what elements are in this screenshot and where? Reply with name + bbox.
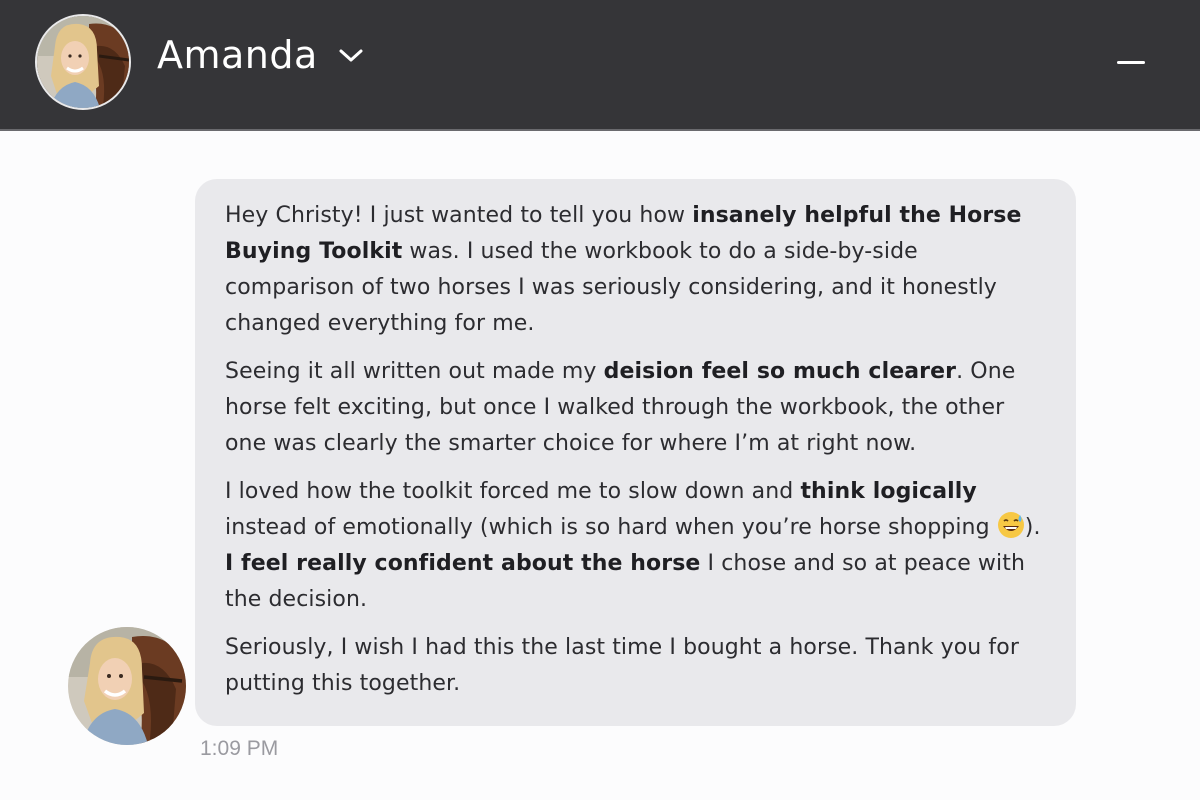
avatar-image [68,627,186,745]
message-timestamp: 1:09 PM [200,737,279,760]
message-paragraph-1: Hey Christy! I just wanted to tell you h… [225,198,1046,342]
message-bold-text: I feel really confident about the horse [225,551,701,576]
message-paragraph-2: Seeing it all written out made my deisio… [225,354,1046,462]
message-bold-text: think logically [800,479,977,504]
message-paragraph-3: I loved how the toolkit forced me to slo… [225,474,1046,618]
message-text: Hey Christy! I just wanted to tell you h… [225,203,693,228]
message-text: Seeing it all written out made my [225,359,604,384]
grinning-sweat-emoji-icon [997,512,1024,538]
chevron-down-icon[interactable] [336,46,366,66]
message-bubble: Hey Christy! I just wanted to tell you h… [195,179,1076,726]
contact-avatar[interactable] [35,14,131,110]
chat-header: Amanda [0,0,1200,131]
sender-avatar[interactable] [68,627,186,745]
message-text: I loved how the toolkit forced me to slo… [225,479,801,504]
contact-name[interactable]: Amanda [157,33,318,77]
avatar-image [37,16,129,108]
minimize-icon [1117,61,1145,64]
message-paragraph-4: Seriously, I wish I had this the last ti… [225,635,1019,696]
message-text: instead of emotionally (which is so hard… [225,515,997,540]
message-bold-text: deision feel so much clearer [603,359,957,384]
minimize-button[interactable] [1112,48,1152,78]
message-text: ). [1024,515,1041,540]
